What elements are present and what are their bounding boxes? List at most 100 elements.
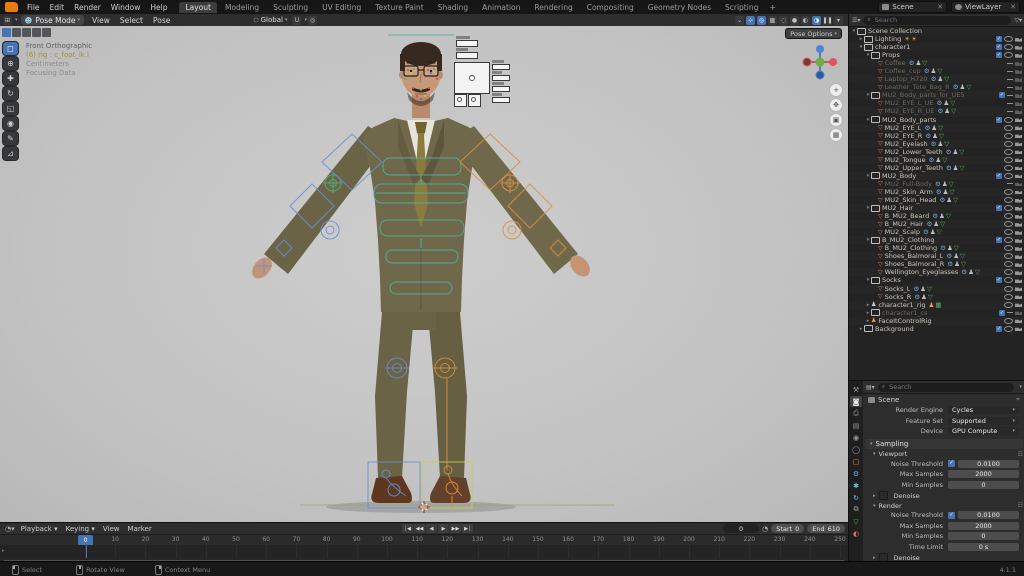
hide-viewport-icon[interactable] [1004,261,1013,268]
disable-render-icon[interactable] [1015,190,1022,195]
viewport-menu-pose[interactable]: Pose [148,16,175,25]
menu-help[interactable]: Help [145,3,172,12]
outliner-row[interactable]: ▽ Laptop_H720 ⚙ ♟ ▽ [849,75,1024,84]
tool-transform[interactable]: ◉ [3,117,18,130]
outliner-search[interactable]: ⌕ [863,15,1012,25]
workspace-tab-modeling[interactable]: Modeling [219,2,265,13]
next-keyframe-button[interactable]: ▶▶ [450,524,461,533]
outliner-row[interactable]: ▾ Socks ✓ [849,276,1024,284]
properties-search[interactable]: ⌕ [877,382,1015,392]
outliner-row[interactable]: ▾ Props ✓ [849,51,1024,59]
scene-selector[interactable]: Scene ✕ [878,1,948,13]
jump-to-end-button[interactable]: ▶⏐ [462,524,473,533]
frame-start-field[interactable]: Start 0 [771,524,805,533]
navigation-gizmo[interactable] [802,44,838,80]
playhead-frame-box[interactable]: 0 [78,535,93,545]
disable-render-icon[interactable] [1015,199,1022,203]
hide-viewport-icon[interactable] [1004,197,1013,203]
outliner-row[interactable]: ▸ ♟ FaceItControlRig [849,316,1024,325]
disable-render-icon[interactable] [1015,86,1022,90]
remove-viewlayer-icon[interactable]: ✕ [1010,3,1016,11]
hide-viewport-icon[interactable] [1004,301,1013,308]
outliner-row[interactable]: ▽ MU2_Skin_Head ⚙ ♟ ▽ [849,196,1024,204]
disable-render-icon[interactable] [1015,231,1022,235]
play-reverse-button[interactable]: ◀ [426,524,437,533]
camera-view-button[interactable]: ▣ [830,114,842,126]
disable-render-icon[interactable] [1015,46,1022,50]
collection-checkbox[interactable]: ✓ [999,309,1005,316]
axis-x-positive[interactable] [829,58,837,66]
collection-checkbox[interactable]: ✓ [996,277,1002,284]
outliner-row[interactable]: ▽ B_MU2_Hair ⚙ ♟ ▽ [849,220,1024,229]
select-mode-extend-button[interactable] [12,28,21,37]
disable-render-icon[interactable] [1015,207,1022,211]
collection-checkbox[interactable]: ✓ [996,36,1002,43]
outliner-row[interactable]: ▽ Socks_R ⚙ ♟ ▽ [849,293,1024,301]
display-mode-icon[interactable]: ☰▾ [852,17,860,24]
viewport-menu-view[interactable]: View [87,16,115,25]
outliner-row[interactable]: ▽ B_MU2_Beard ⚙ ♟ ▽ [849,212,1024,220]
hide-viewport-icon[interactable] [1004,205,1013,212]
hide-viewport-icon[interactable] [1004,124,1013,131]
disable-render-icon[interactable] [1015,94,1022,98]
timeline-menu-keying[interactable]: Keying ▾ [62,525,99,533]
hide-viewport-icon[interactable] [1004,140,1013,147]
properties-tab-view-layer[interactable]: ▤ [850,420,862,431]
disable-render-icon[interactable] [1015,118,1022,123]
disable-render-icon[interactable] [1015,182,1022,187]
outliner-row[interactable]: ▾ MU2_Body_parts ✓ [849,116,1024,124]
filter-icon[interactable]: ▽▾ [1014,17,1022,24]
outliner-row[interactable]: ▽ MU2_EYE_L ⚙ ♟ ▽ [849,123,1024,132]
tool-select-box[interactable]: ◻ [3,42,18,55]
disable-render-icon[interactable] [1015,311,1022,316]
hide-viewport-icon[interactable] [1004,237,1013,244]
outliner-row[interactable]: ▸ character1_cs ✓ [849,309,1024,317]
face-rig-picker-panel[interactable] [452,36,510,107]
outliner-row[interactable]: ▽ Socks_L ⚙ ♟ ▽ [849,284,1024,293]
shading-solid[interactable]: ● [790,15,799,25]
outliner-row[interactable]: ▽ MU2_Lower_Teeth ⚙ ♟ ▽ [849,148,1024,156]
add-workspace-button[interactable]: + [765,3,780,12]
render-preview-dropdown[interactable]: ▾ [834,15,843,25]
picker-slider[interactable] [492,86,510,92]
picker-slider[interactable] [456,52,478,59]
current-frame-field[interactable]: 0 [723,524,760,533]
outliner-row[interactable]: ▸ Background ✓ [849,325,1024,333]
timeline-menu-view[interactable]: View [99,525,124,533]
outliner-row[interactable]: ▽ Coffee_cup ⚙ ♟ ▽ [849,67,1024,75]
hidden-eye-icon[interactable] [1007,86,1013,88]
preset-menu-icon[interactable]: ☷ [1018,502,1023,509]
outliner-row[interactable]: ▽ Shoes_Balmoral_R ⚙ ♟ ▽ [849,260,1024,268]
disable-render-icon[interactable] [1015,102,1022,106]
hide-viewport-icon[interactable] [1004,148,1013,155]
disable-render-icon[interactable] [1015,327,1022,332]
axis-y-ball[interactable] [815,57,825,67]
hide-viewport-icon[interactable] [1004,253,1013,260]
channel-collapse-icon[interactable]: ▸ [2,548,5,554]
hide-viewport-icon[interactable] [1004,293,1013,300]
hidden-eye-icon[interactable] [1007,312,1013,314]
property-field[interactable]: 0 [948,532,1019,541]
tool-scale[interactable]: ◱ [3,102,18,115]
proportional-edit-icon[interactable]: ◎ [308,15,317,25]
selectability-dropdown[interactable]: ⌄ [735,15,744,25]
outliner-row[interactable]: ▽ MU2_Eyelash ⚙ ♟ ▽ [849,139,1024,148]
disable-render-icon[interactable] [1015,134,1022,139]
properties-tab-object[interactable]: ▢ [850,456,862,467]
workspace-tab-shading[interactable]: Shading [432,2,474,13]
hidden-eye-icon[interactable] [1007,78,1013,80]
hide-viewport-icon[interactable] [1004,317,1013,324]
property-field[interactable]: 0 s [948,542,1019,551]
picker-slider[interactable] [492,75,510,81]
orientation-selector[interactable]: Global [261,16,283,24]
pan-hand-button[interactable]: ✥ [830,99,842,111]
jump-to-start-button[interactable]: ⏐◀ [402,524,413,533]
property-field[interactable]: 2000 [948,521,1019,530]
outliner-row[interactable]: ▽ MU2_Tongue ⚙ ♟ ▽ [849,155,1024,164]
disable-render-icon[interactable] [1015,239,1022,243]
workspace-tab-layout[interactable]: Layout [179,1,217,13]
disable-render-icon[interactable] [1015,295,1022,300]
hide-viewport-icon[interactable] [1004,285,1013,292]
disable-render-icon[interactable] [1015,263,1022,267]
properties-tab-world[interactable]: ◯ [850,444,862,455]
